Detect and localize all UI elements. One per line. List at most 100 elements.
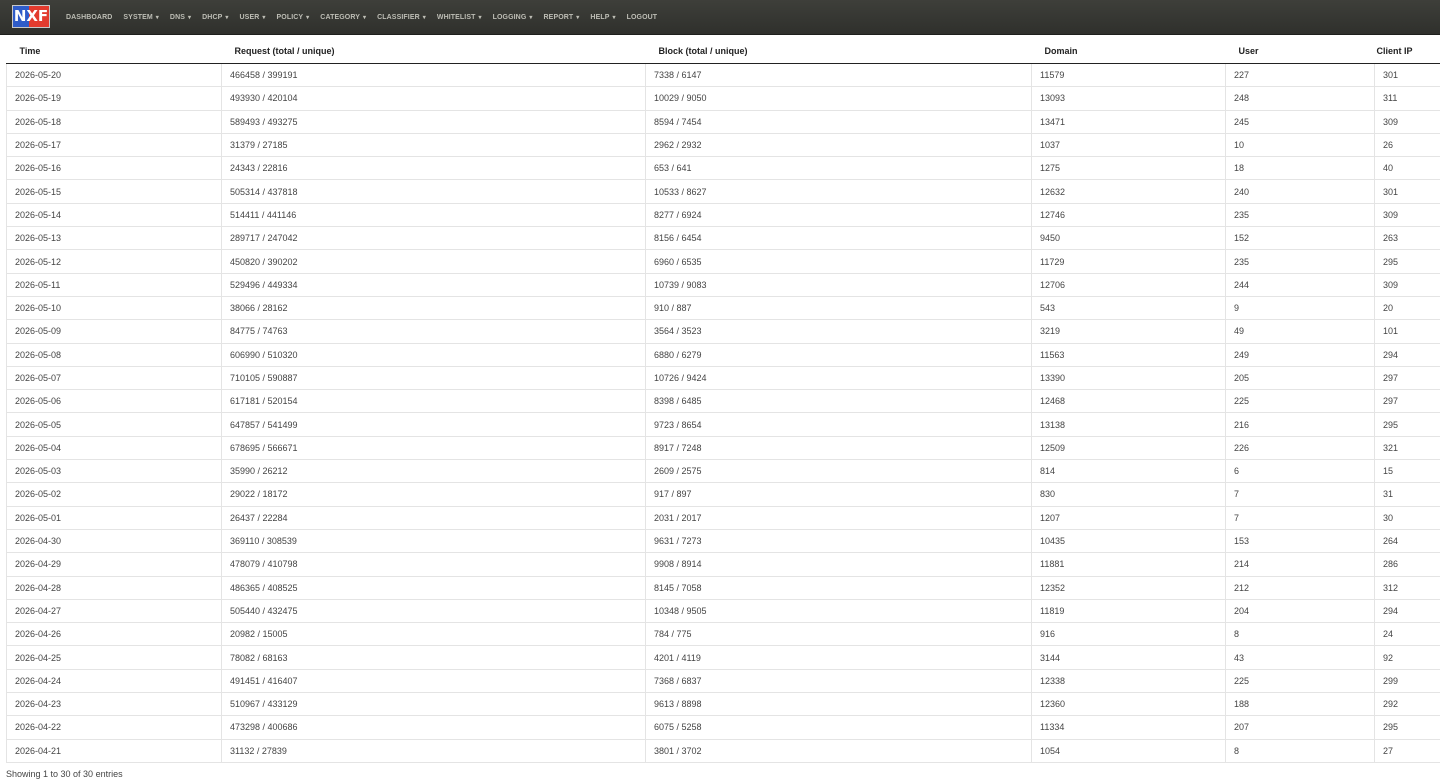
nav-item-report[interactable]: REPORT ▾ — [544, 14, 580, 21]
cell-request: 450820 / 390202 — [221, 249, 646, 274]
nav-item-dns[interactable]: DNS ▾ — [170, 14, 191, 21]
cell-request: 478079 / 410798 — [221, 552, 646, 577]
cell-domain: 12468 — [1031, 389, 1226, 414]
table-row: 2026-04-24 491451 / 416407 7368 / 6837 1233… — [6, 669, 1440, 694]
table-row: 2026-05-09 84775 / 74763 3564 / 3523 3219 49… — [6, 319, 1440, 344]
cell-time: 2026-05-01 — [6, 506, 222, 530]
nav-item-whitelist[interactable]: WHITELIST ▾ — [437, 14, 482, 21]
cell-user: 43 — [1225, 645, 1375, 670]
cell-user: 10 — [1225, 133, 1375, 158]
cell-block: 10726 / 9424 — [645, 366, 1032, 391]
table-row: 2026-05-01 26437 / 22284 2031 / 2017 1207 7 3… — [6, 506, 1440, 530]
cell-request: 505440 / 432475 — [221, 599, 646, 624]
cell-time: 2026-04-21 — [6, 739, 222, 763]
cell-client-ip: 309 — [1374, 110, 1440, 134]
caret-down-icon: ▾ — [422, 14, 426, 21]
nav-item-dashboard[interactable]: DASHBOARD — [66, 14, 112, 21]
nav-item-system[interactable]: SYSTEM ▾ — [123, 14, 159, 21]
column-header-time[interactable]: Time — [6, 38, 222, 64]
cell-block: 7338 / 6147 — [645, 63, 1032, 88]
cell-block: 10533 / 8627 — [645, 179, 1032, 204]
cell-user: 212 — [1225, 576, 1375, 600]
nav-item-policy[interactable]: POLICY ▾ — [277, 14, 310, 21]
cell-user: 205 — [1225, 366, 1375, 391]
cell-client-ip: 312 — [1374, 576, 1440, 600]
nav-item-category[interactable]: CATEGORY ▾ — [320, 14, 366, 21]
cell-domain: 11334 — [1031, 715, 1226, 740]
cell-request: 486365 / 408525 — [221, 576, 646, 600]
cell-user: 225 — [1225, 389, 1375, 414]
table-row: 2026-05-14 514411 / 441146 8277 / 6924 1274… — [6, 203, 1440, 228]
cell-user: 225 — [1225, 669, 1375, 694]
cell-domain: 12360 — [1031, 692, 1226, 717]
cell-domain: 543 — [1031, 296, 1226, 321]
cell-client-ip: 321 — [1374, 436, 1440, 461]
cell-user: 248 — [1225, 86, 1375, 111]
cell-block: 6075 / 5258 — [645, 715, 1032, 740]
cell-block: 910 / 887 — [645, 296, 1032, 321]
table-row: 2026-04-25 78082 / 68163 4201 / 4119 3144 43… — [6, 645, 1440, 670]
cell-time: 2026-05-14 — [6, 203, 222, 228]
column-header-domain[interactable]: Domain — [1031, 38, 1226, 64]
nav-item-logging[interactable]: LOGGING ▾ — [493, 14, 533, 21]
cell-user: 188 — [1225, 692, 1375, 717]
table-row: 2026-05-07 710105 / 590887 10726 / 9424 133… — [6, 366, 1440, 391]
cell-user: 18 — [1225, 156, 1375, 181]
cell-time: 2026-05-18 — [6, 110, 222, 134]
cell-user: 9 — [1225, 296, 1375, 321]
column-header-client-ip[interactable]: Client IP — [1374, 38, 1440, 64]
cell-block: 10348 / 9505 — [645, 599, 1032, 624]
cell-block: 4201 / 4119 — [645, 645, 1032, 670]
cell-client-ip: 27 — [1374, 739, 1440, 763]
cell-time: 2026-05-20 — [6, 63, 222, 88]
nav-item-classifier[interactable]: CLASSIFIER ▾ — [377, 14, 426, 21]
cell-client-ip: 20 — [1374, 296, 1440, 321]
caret-down-icon: ▾ — [529, 14, 533, 21]
cell-request: 369110 / 308539 — [221, 529, 646, 554]
cell-domain: 12338 — [1031, 669, 1226, 694]
cell-block: 8277 / 6924 — [645, 203, 1032, 228]
table-row: 2026-04-26 20982 / 15005 784 / 775 916 8 24 — [6, 622, 1440, 647]
cell-block: 6880 / 6279 — [645, 343, 1032, 367]
nav-item-logout[interactable]: LOGOUT — [627, 14, 658, 21]
cell-request: 491451 / 416407 — [221, 669, 646, 694]
column-header-block[interactable]: Block (total / unique) — [645, 38, 1032, 64]
caret-down-icon: ▾ — [612, 14, 616, 21]
nav-item-help[interactable]: HELP ▾ — [590, 14, 615, 21]
nxf-logo[interactable]: NXF — [12, 5, 50, 28]
column-header-user[interactable]: User — [1225, 38, 1375, 64]
nav-item-label: DASHBOARD — [66, 13, 113, 21]
cell-block: 917 / 897 — [645, 482, 1032, 507]
cell-client-ip: 264 — [1374, 529, 1440, 554]
cell-domain: 10435 — [1031, 529, 1226, 554]
nav-item-label: WHITELIST — [436, 13, 476, 21]
cell-user: 235 — [1225, 249, 1375, 274]
cell-client-ip: 294 — [1374, 599, 1440, 624]
cell-block: 8145 / 7058 — [645, 576, 1032, 600]
cell-block: 8156 / 6454 — [645, 226, 1032, 251]
caret-down-icon: ▾ — [306, 14, 310, 21]
cell-domain: 12509 — [1031, 436, 1226, 461]
cell-domain: 1275 — [1031, 156, 1226, 181]
nav-item-dhcp[interactable]: DHCP ▾ — [202, 14, 228, 21]
cell-block: 2962 / 2932 — [645, 133, 1032, 158]
cell-user: 204 — [1225, 599, 1375, 624]
cell-client-ip: 297 — [1374, 366, 1440, 391]
cell-time: 2026-05-02 — [6, 482, 222, 507]
nav-item-label: DHCP — [202, 13, 223, 21]
cell-domain: 916 — [1031, 622, 1226, 647]
cell-time: 2026-04-26 — [6, 622, 222, 647]
cell-block: 8917 / 7248 — [645, 436, 1032, 461]
cell-client-ip: 301 — [1374, 63, 1440, 88]
cell-user: 8 — [1225, 739, 1375, 763]
column-header-request[interactable]: Request (total / unique) — [221, 38, 646, 64]
cell-user: 207 — [1225, 715, 1375, 740]
cell-time: 2026-04-29 — [6, 552, 222, 577]
cell-time: 2026-05-04 — [6, 436, 222, 461]
cell-user: 216 — [1225, 412, 1375, 437]
table-row: 2026-04-27 505440 / 432475 10348 / 9505 118… — [6, 599, 1440, 624]
nav-item-user[interactable]: USER ▾ — [240, 14, 266, 21]
table-row: 2026-05-02 29022 / 18172 917 / 897 830 7 31 — [6, 482, 1440, 507]
cell-time: 2026-04-30 — [6, 529, 222, 554]
top-navbar: NXF DASHBOARD SYSTEM ▾ DNS ▾ DHCP ▾ USER ▾ POLICY… — [0, 0, 1440, 35]
